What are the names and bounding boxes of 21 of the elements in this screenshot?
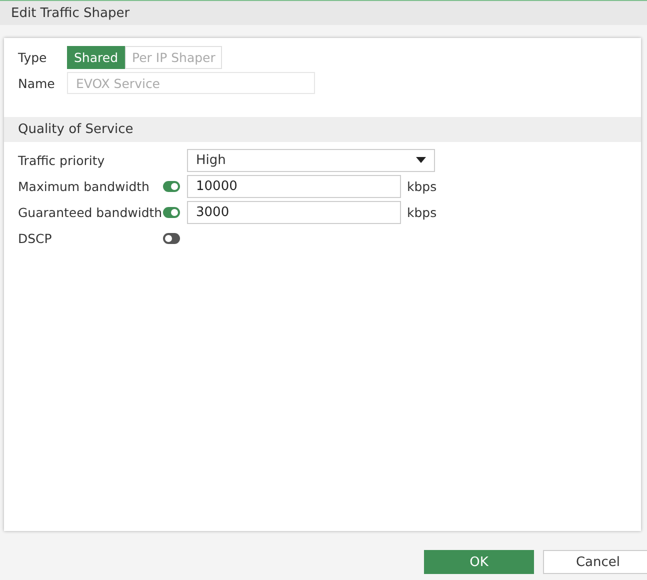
- type-option[interactable]: Shared: [67, 46, 126, 68]
- field-label: Traffic priority: [18, 152, 106, 168]
- bandwidth-field[interactable]: 3000: [187, 200, 401, 224]
- toggle-switch[interactable]: [163, 232, 180, 244]
- toggle-switch[interactable]: [163, 206, 180, 218]
- unit-label: kbps: [407, 204, 437, 220]
- caret-icon: [416, 157, 426, 163]
- toggle-switch[interactable]: [163, 180, 180, 192]
- field-label: Guaranteed bandwidth: [18, 204, 163, 220]
- window-title: Edit Traffic Shaper: [11, 6, 130, 20]
- ok-button[interactable]: OK: [424, 550, 534, 574]
- field-label: Type: [18, 50, 48, 64]
- bandwidth-field[interactable]: 10000: [187, 174, 401, 198]
- priority-dropdown[interactable]: High: [187, 148, 435, 172]
- field-label: DSCP: [18, 230, 53, 246]
- section-title: Quality of Service: [18, 122, 134, 137]
- field-label: Maximum bandwidth: [18, 178, 150, 194]
- unit-label: kbps: [407, 178, 437, 194]
- field-label: Name: [18, 76, 56, 90]
- name-field[interactable]: EVOX Service: [67, 72, 315, 94]
- cancel-button[interactable]: Cancel: [543, 550, 647, 574]
